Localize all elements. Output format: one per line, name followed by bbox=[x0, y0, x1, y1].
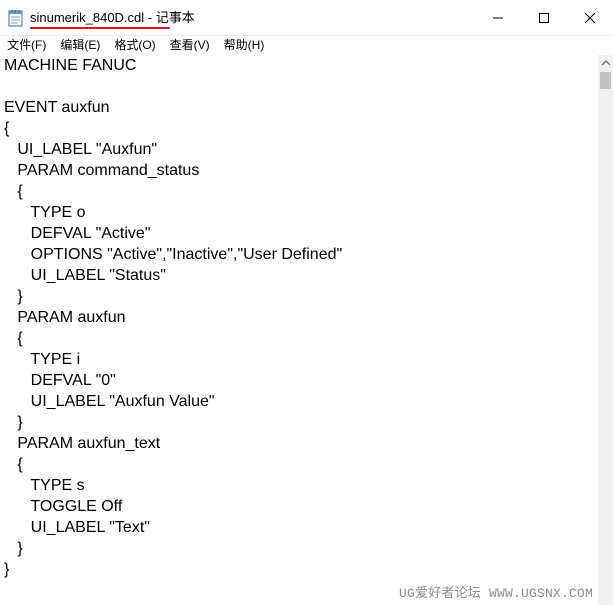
editor-line: } bbox=[4, 414, 23, 431]
editor-line: DEFVAL "Active" bbox=[4, 225, 151, 242]
minimize-button[interactable] bbox=[475, 0, 521, 36]
maximize-icon bbox=[539, 13, 549, 23]
editor-line: UI_LABEL "Auxfun Value" bbox=[4, 393, 215, 410]
editor-line: MACHINE FANUC bbox=[4, 57, 137, 74]
editor-line: PARAM auxfun_text bbox=[4, 435, 161, 452]
editor-line: } bbox=[4, 540, 23, 557]
editor-line: DEFVAL "0" bbox=[4, 372, 116, 389]
editor-line: PARAM auxfun bbox=[4, 309, 126, 326]
window-title: sinumerik_840D.cdl - 记事本 bbox=[30, 10, 195, 25]
menu-bar: 文件(F) 编辑(E) 格式(O) 查看(V) 帮助(H) bbox=[0, 36, 613, 55]
minimize-icon bbox=[493, 17, 503, 19]
editor-line: { bbox=[4, 330, 23, 347]
editor-line: { bbox=[4, 120, 10, 137]
menu-edit[interactable]: 编辑(E) bbox=[53, 37, 107, 54]
title-spell-underline bbox=[30, 27, 170, 29]
chevron-up-icon bbox=[601, 60, 610, 65]
editor-line: EVENT auxfun bbox=[4, 99, 110, 116]
editor-line: OPTIONS "Active","Inactive","User Define… bbox=[4, 246, 343, 263]
title-bar[interactable]: sinumerik_840D.cdl - 记事本 bbox=[0, 0, 613, 36]
editor-line: { bbox=[4, 183, 23, 200]
menu-format[interactable]: 格式(O) bbox=[107, 37, 162, 54]
editor-line: } bbox=[4, 288, 23, 305]
vertical-scrollbar[interactable] bbox=[598, 55, 613, 605]
editor-line: UI_LABEL "Auxfun" bbox=[4, 141, 158, 158]
editor-line: UI_LABEL "Text" bbox=[4, 519, 150, 536]
close-button[interactable] bbox=[567, 0, 613, 36]
maximize-button[interactable] bbox=[521, 0, 567, 36]
editor-line: TYPE s bbox=[4, 477, 85, 494]
scroll-up-button[interactable] bbox=[598, 55, 613, 70]
menu-file[interactable]: 文件(F) bbox=[0, 37, 53, 54]
editor-line: TYPE i bbox=[4, 351, 81, 368]
menu-view[interactable]: 查看(V) bbox=[163, 37, 217, 54]
text-editor[interactable]: MACHINE FANUC EVENT auxfun { UI_LABEL "Aux… bbox=[0, 55, 598, 605]
scroll-thumb[interactable] bbox=[600, 72, 611, 89]
watermark: UG爱好者论坛 WWW.UGSNX.COM bbox=[399, 586, 594, 601]
editor-line: TYPE o bbox=[4, 204, 86, 221]
notepad-icon bbox=[8, 9, 24, 27]
close-icon bbox=[585, 13, 595, 23]
editor-line: TOGGLE Off bbox=[4, 498, 123, 515]
editor-line: UI_LABEL "Status" bbox=[4, 267, 166, 284]
editor-line: PARAM command_status bbox=[4, 162, 200, 179]
menu-help[interactable]: 帮助(H) bbox=[217, 37, 272, 54]
editor-line: } bbox=[4, 561, 10, 578]
editor-line: { bbox=[4, 456, 23, 473]
